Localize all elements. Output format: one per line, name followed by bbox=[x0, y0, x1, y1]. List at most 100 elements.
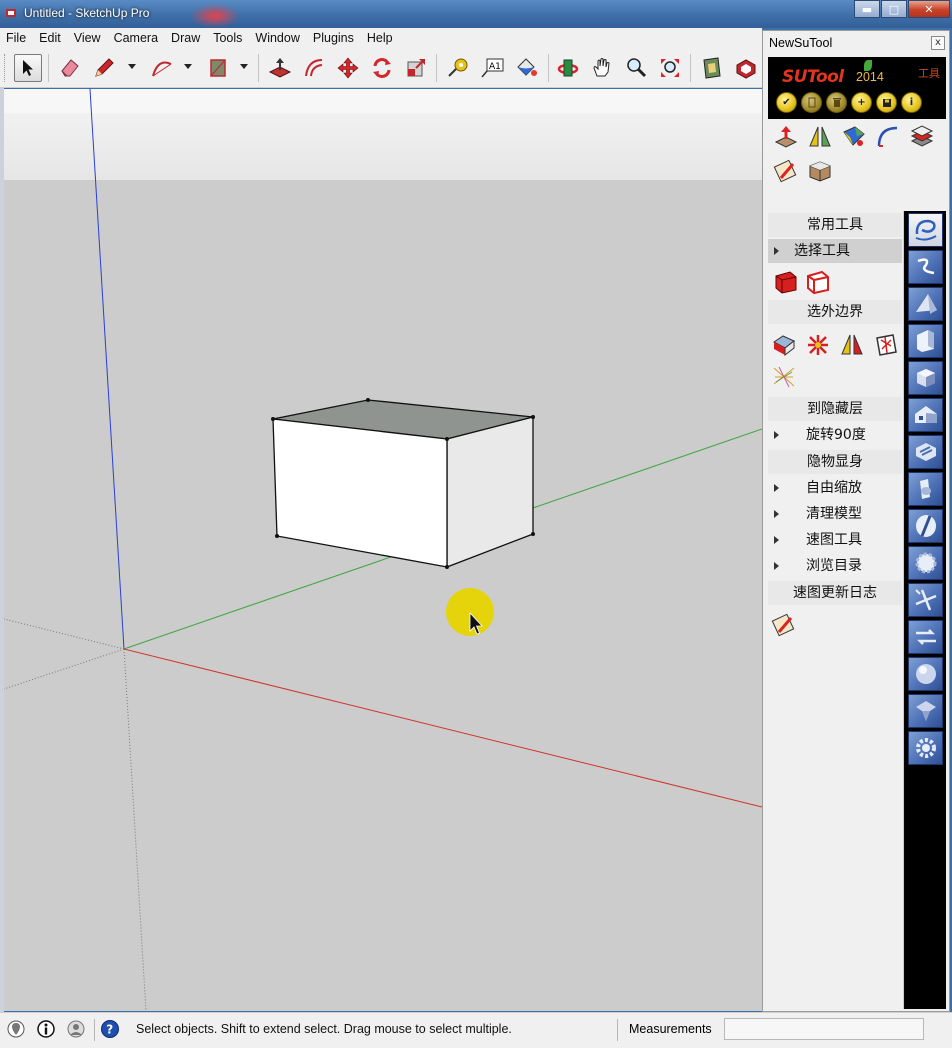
measurements-label: Measurements bbox=[629, 1022, 712, 1036]
info-button[interactable]: i bbox=[901, 92, 922, 113]
menu-tools[interactable]: Tools bbox=[213, 31, 242, 45]
save-button[interactable] bbox=[876, 92, 897, 113]
layers-icon[interactable] bbox=[908, 123, 936, 151]
select-solid-icon[interactable] bbox=[772, 268, 800, 296]
confirm-button[interactable]: ✔ bbox=[776, 92, 797, 113]
arc-tool-dropdown-icon[interactable] bbox=[184, 64, 192, 69]
tab-arrows-icon[interactable] bbox=[908, 620, 943, 654]
menu-plugins[interactable]: Plugins bbox=[313, 31, 354, 45]
grid-select-icon[interactable] bbox=[872, 331, 900, 359]
expand-arrow-icon bbox=[774, 247, 779, 255]
delete-button[interactable] bbox=[826, 92, 847, 113]
measurements-input[interactable] bbox=[724, 1018, 924, 1040]
close-button[interactable]: ✕ bbox=[908, 0, 950, 18]
mirror-icon[interactable] bbox=[806, 123, 834, 151]
arc-tool-icon[interactable] bbox=[148, 54, 176, 82]
list-header-to-hidden-layer[interactable]: 到隐藏层 bbox=[768, 397, 902, 421]
list-header-common-tools[interactable]: 常用工具 bbox=[768, 213, 902, 237]
help-icon[interactable]: ? bbox=[100, 1019, 120, 1039]
copy-button[interactable] bbox=[801, 92, 822, 113]
rectangle-tool-icon[interactable] bbox=[204, 54, 232, 82]
list-item-browse-directory[interactable]: 浏览目录 bbox=[768, 554, 902, 578]
panel-title-bar: NewSuTool x bbox=[763, 31, 949, 55]
tab-sphere-icon[interactable] bbox=[908, 657, 943, 691]
pencil-line-tool-icon[interactable] bbox=[90, 54, 118, 82]
toolbar-grip[interactable] bbox=[4, 54, 7, 82]
curve-icon[interactable] bbox=[874, 123, 902, 151]
paint-bucket-tool-icon[interactable] bbox=[512, 54, 540, 82]
user-account-icon[interactable] bbox=[66, 1019, 86, 1039]
list-header-select-outer-boundary[interactable]: 选外边界 bbox=[768, 300, 902, 324]
menu-window[interactable]: Window bbox=[255, 31, 299, 45]
move-tool-icon[interactable] bbox=[334, 54, 362, 82]
shape-tool-dropdown-icon[interactable] bbox=[240, 64, 248, 69]
add-button[interactable]: + bbox=[851, 92, 872, 113]
pan-tool-icon[interactable] bbox=[588, 54, 616, 82]
warehouse-icon[interactable] bbox=[698, 54, 726, 82]
text-tool-icon[interactable]: A1 bbox=[478, 54, 506, 82]
tab-settings-gear-icon[interactable] bbox=[908, 731, 943, 765]
box-front-face[interactable] bbox=[272, 418, 448, 568]
push-up-icon[interactable] bbox=[772, 123, 800, 151]
list-item-clean-model[interactable]: 清理模型 bbox=[768, 502, 902, 526]
minimize-button[interactable]: ▬ bbox=[854, 0, 880, 18]
paint-tool-icon[interactable] bbox=[772, 157, 800, 185]
list-item-select-tools[interactable]: 选择工具 bbox=[768, 239, 902, 263]
offset-tool-icon[interactable] bbox=[300, 54, 328, 82]
toolbar-separator bbox=[436, 54, 437, 82]
box-right-face[interactable] bbox=[446, 416, 534, 568]
zoom-extents-tool-icon[interactable] bbox=[656, 54, 684, 82]
sutool-tag: 工具 bbox=[918, 67, 940, 80]
component-box-icon[interactable] bbox=[806, 157, 834, 185]
scale-tool-icon[interactable] bbox=[402, 54, 430, 82]
panel-close-button[interactable]: x bbox=[931, 36, 945, 50]
tab-wedge-icon[interactable] bbox=[908, 324, 943, 358]
tab-diamond-icon[interactable] bbox=[908, 694, 943, 728]
boundary-select-icon[interactable] bbox=[770, 331, 798, 359]
expand-arrow-icon bbox=[774, 510, 779, 518]
tab-pipe-icon[interactable] bbox=[908, 472, 943, 506]
tab-slice-icon[interactable] bbox=[908, 509, 943, 543]
menu-camera[interactable]: Camera bbox=[114, 31, 158, 45]
uv-map-icon[interactable] bbox=[840, 123, 868, 151]
menu-view[interactable]: View bbox=[74, 31, 101, 45]
line-select-icon[interactable] bbox=[770, 363, 798, 391]
menu-draw[interactable]: Draw bbox=[171, 31, 200, 45]
select-tool-icon[interactable] bbox=[14, 54, 42, 82]
tab-intersect-icon[interactable] bbox=[908, 583, 943, 617]
maximize-button[interactable]: □ bbox=[881, 0, 907, 18]
list-header-update-log[interactable]: 速图更新日志 bbox=[768, 581, 902, 605]
zoom-tool-icon[interactable] bbox=[622, 54, 650, 82]
credits-info-icon[interactable] bbox=[36, 1019, 56, 1039]
tab-spline-icon[interactable] bbox=[908, 250, 943, 284]
eraser-tool-icon[interactable] bbox=[56, 54, 84, 82]
geo-location-icon[interactable] bbox=[6, 1019, 26, 1039]
tab-curves-icon[interactable] bbox=[908, 213, 943, 247]
update-log-paint-icon[interactable] bbox=[770, 611, 798, 639]
tab-gear-shape-icon[interactable] bbox=[908, 546, 943, 580]
extension-warehouse-icon[interactable] bbox=[732, 54, 760, 82]
sutool-brand: SUTool 2014 工具 ✔ + i bbox=[768, 57, 946, 119]
model-viewport[interactable] bbox=[4, 89, 762, 1011]
select-edges-icon[interactable] bbox=[804, 268, 832, 296]
scatter-select-icon[interactable] bbox=[804, 331, 832, 359]
orbit-tool-icon[interactable] bbox=[554, 54, 582, 82]
tab-stairs-icon[interactable] bbox=[908, 435, 943, 469]
tape-measure-tool-icon[interactable] bbox=[444, 54, 472, 82]
menu-file[interactable]: File bbox=[6, 31, 26, 45]
list-item-rotate-90[interactable]: 旋转90度 bbox=[768, 423, 902, 447]
panel-body: SUTool 2014 工具 ✔ + i 常用工具 选择工具 选外边界 到隐藏层… bbox=[768, 57, 946, 1009]
tab-house-icon[interactable] bbox=[908, 398, 943, 432]
mirror-select-icon[interactable] bbox=[838, 331, 866, 359]
tab-cube-icon[interactable] bbox=[908, 361, 943, 395]
expand-arrow-icon bbox=[774, 484, 779, 492]
list-item-free-scale[interactable]: 自由缩放 bbox=[768, 476, 902, 500]
menu-edit[interactable]: Edit bbox=[39, 31, 61, 45]
list-item-sutu-tools[interactable]: 速图工具 bbox=[768, 528, 902, 552]
tab-pyramid-icon[interactable] bbox=[908, 287, 943, 321]
line-tool-dropdown-icon[interactable] bbox=[128, 64, 136, 69]
push-pull-tool-icon[interactable] bbox=[266, 54, 294, 82]
menu-help[interactable]: Help bbox=[367, 31, 393, 45]
rotate-tool-icon[interactable] bbox=[368, 54, 396, 82]
list-header-show-hidden-objects[interactable]: 隐物显身 bbox=[768, 450, 902, 474]
